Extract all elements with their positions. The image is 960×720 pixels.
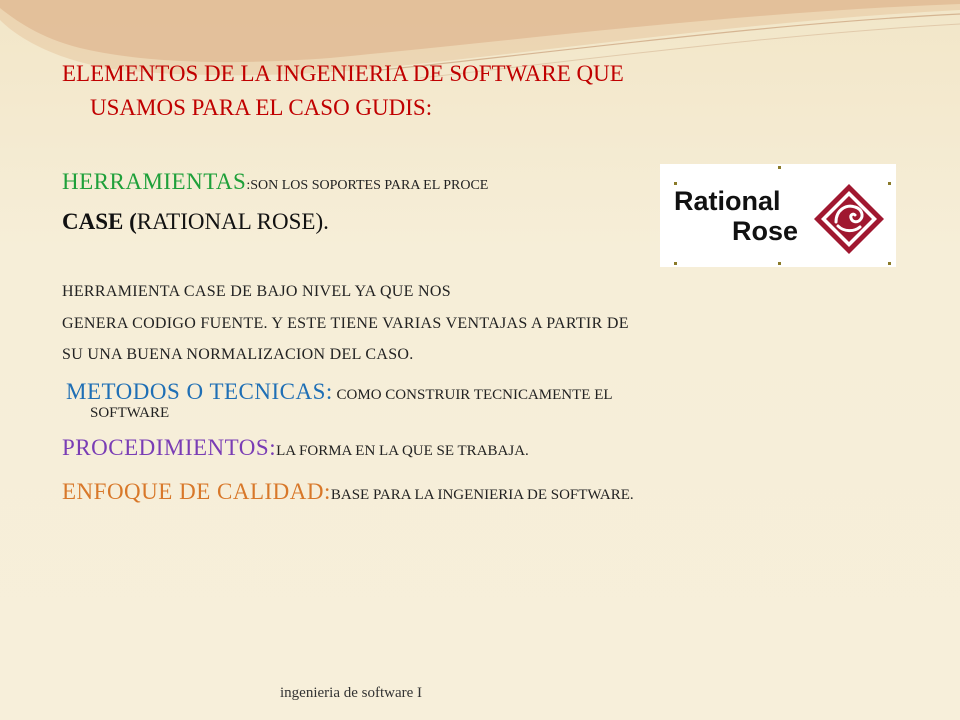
case-bold-text: CASE ( <box>62 209 137 234</box>
procedimientos-row: PROCEDIMIENTOS:LA FORMA EN LA QUE SE TRA… <box>62 436 529 459</box>
selection-handle <box>674 262 677 265</box>
logo-word-rose: Rose <box>732 216 799 246</box>
case-rest-text: RATIONAL ROSE). <box>136 209 329 234</box>
selection-handle <box>888 182 891 185</box>
selection-handle <box>674 182 677 185</box>
rational-rose-diamond-icon <box>814 184 884 254</box>
herramientas-label: HERRAMIENTAS <box>62 169 247 194</box>
footer-text: ingenieria de software I <box>280 685 423 701</box>
slide: ELEMENTOS DE LA INGENIERIA DE SOFTWARE Q… <box>0 0 960 720</box>
case-line: CASE (RATIONAL ROSE). <box>62 210 329 233</box>
paragraph-line-3: SU UNA BUENA NORMALIZACION DEL CASO. <box>62 346 414 363</box>
metodos-text-line2: SOFTWARE <box>90 405 170 421</box>
metodos-row: METODOS O TECNICAS: COMO CONSTRUIR TECNI… <box>66 380 613 403</box>
slide-title-line2: USAMOS PARA EL CASO GUDIS: <box>90 95 433 120</box>
selection-handle <box>888 262 891 265</box>
enfoque-row: ENFOQUE DE CALIDAD:BASE PARA LA INGENIER… <box>62 480 634 503</box>
slide-title-line1: ELEMENTOS DE LA INGENIERIA DE SOFTWARE Q… <box>62 61 624 86</box>
selection-handle <box>778 166 781 169</box>
procedimientos-text: LA FORMA EN LA QUE SE TRABAJA. <box>276 443 529 459</box>
paragraph-line-2: GENERA CODIGO FUENTE. Y ESTE TIENE VARIA… <box>62 315 629 332</box>
procedimientos-label: PROCEDIMIENTOS: <box>62 435 277 460</box>
enfoque-label: ENFOQUE DE CALIDAD: <box>62 479 331 504</box>
enfoque-text: BASE PARA LA INGENIERIA DE SOFTWARE. <box>330 487 634 503</box>
logo-word-rational: Rational <box>674 186 781 216</box>
paragraph-line-1: HERRAMIENTA CASE DE BAJO NIVEL YA QUE NO… <box>62 283 451 300</box>
metodos-label: METODOS O TECNICAS: <box>66 379 333 404</box>
herramientas-text: :SON LOS SOPORTES PARA EL PROCE <box>246 178 489 193</box>
herramientas-row: HERRAMIENTAS:SON LOS SOPORTES PARA EL PR… <box>62 170 488 193</box>
rational-rose-logo[interactable]: Rational Rose <box>660 164 896 267</box>
metodos-text: COMO CONSTRUIR TECNICAMENTE EL <box>332 387 613 403</box>
selection-handle <box>778 262 781 265</box>
